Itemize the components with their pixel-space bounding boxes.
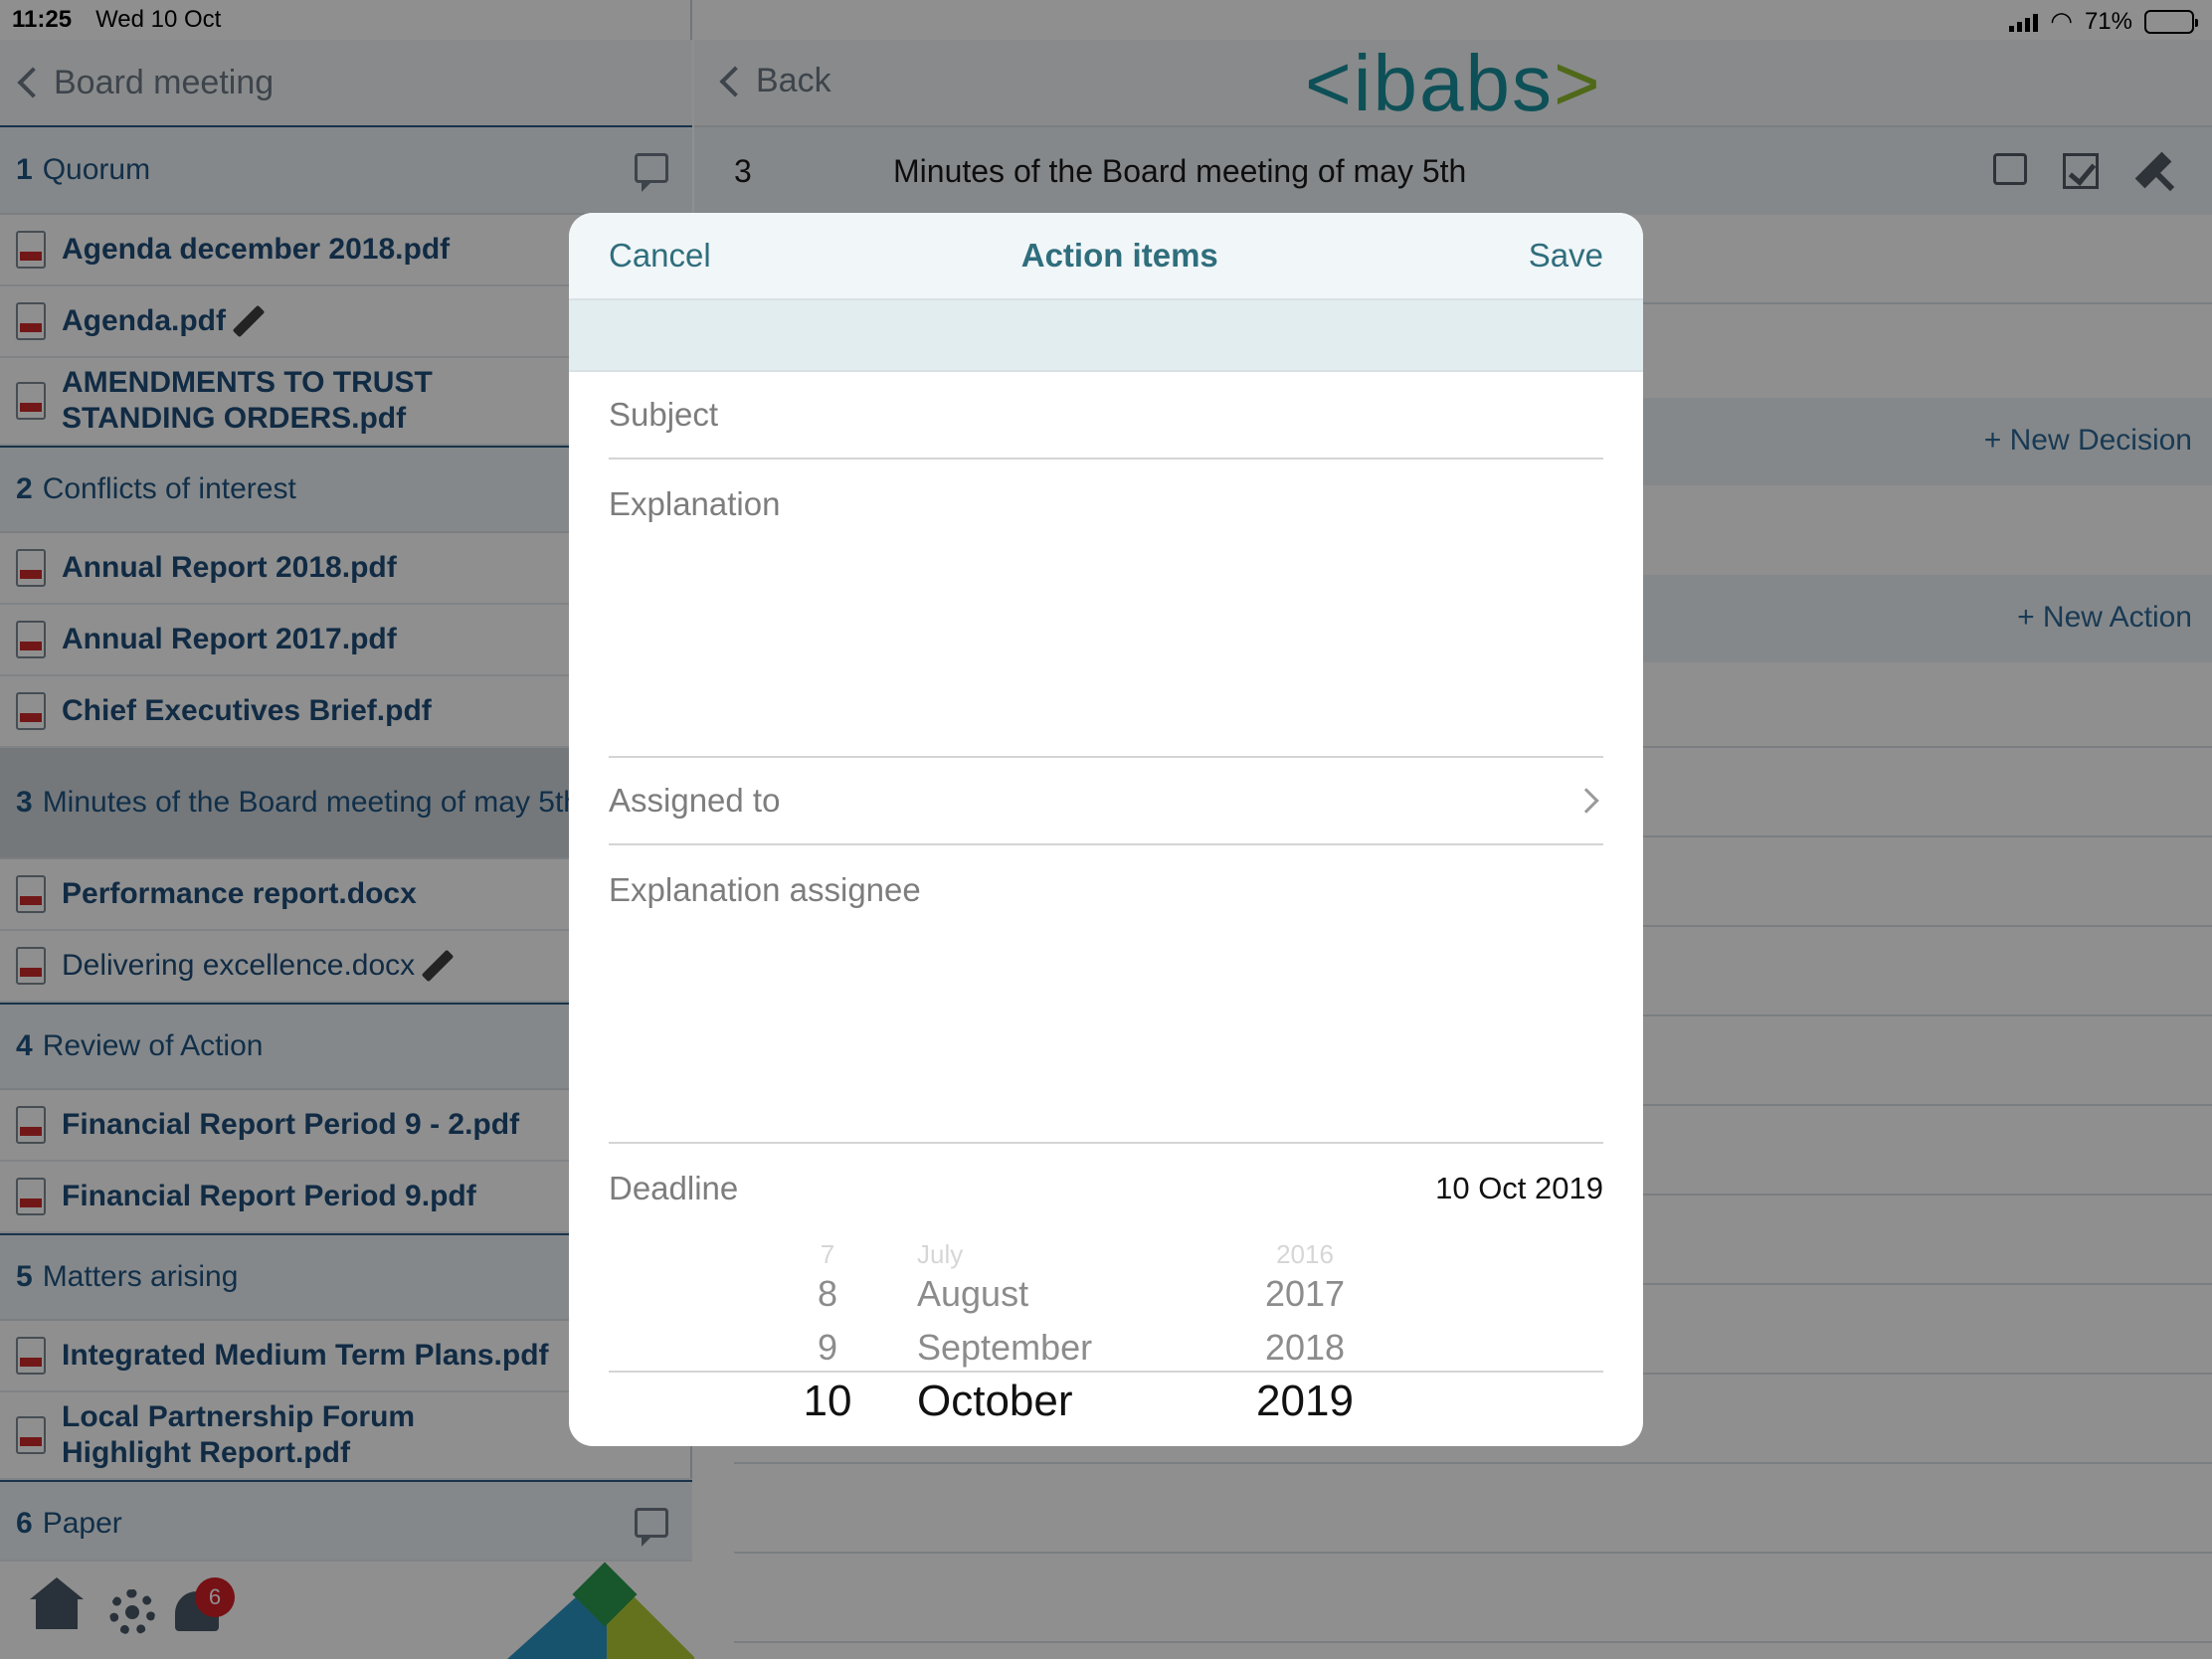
picker-day-option: 8 bbox=[817, 1273, 838, 1314]
picker-year-selected: 2019 bbox=[1256, 1377, 1354, 1425]
date-picker[interactable]: 7 8 9 10 July August September October 2… bbox=[609, 1241, 1603, 1430]
explanation-field[interactable]: Explanation bbox=[609, 460, 1603, 758]
picker-day-option: 7 bbox=[820, 1241, 835, 1269]
picker-year-column[interactable]: 2016 2017 2018 2019 bbox=[1225, 1241, 1384, 1430]
modal-title: Action items bbox=[1020, 237, 1218, 274]
picker-month-option: August bbox=[917, 1273, 1029, 1314]
picker-selection-line bbox=[609, 1371, 1603, 1373]
deadline-field[interactable]: Deadline 10 Oct 2019 bbox=[609, 1144, 1603, 1233]
picker-day-selected: 10 bbox=[803, 1377, 852, 1425]
subject-placeholder: Subject bbox=[609, 396, 719, 433]
subject-field[interactable]: Subject bbox=[609, 372, 1603, 460]
chevron-right-icon bbox=[1573, 788, 1599, 814]
picker-month-column[interactable]: July August September October bbox=[907, 1241, 1186, 1430]
modal-header: Cancel Action items Save bbox=[569, 213, 1643, 300]
modal-subheader-band bbox=[569, 300, 1643, 372]
cancel-button[interactable]: Cancel bbox=[609, 237, 711, 275]
explanation-assignee-placeholder: Explanation assignee bbox=[609, 871, 921, 908]
deadline-label: Deadline bbox=[609, 1170, 739, 1206]
picker-month-option: September bbox=[917, 1327, 1093, 1368]
action-items-modal: Cancel Action items Save Subject Explana… bbox=[569, 213, 1643, 1446]
deadline-value: 10 Oct 2019 bbox=[1435, 1171, 1603, 1205]
picker-year-option: 2017 bbox=[1264, 1273, 1346, 1314]
picker-month-option: July bbox=[917, 1241, 964, 1269]
picker-year-option: 2018 bbox=[1264, 1327, 1346, 1368]
modal-form: Subject Explanation Assigned to Explanat… bbox=[569, 372, 1643, 1430]
save-button[interactable]: Save bbox=[1529, 237, 1603, 275]
explanation-placeholder: Explanation bbox=[609, 485, 781, 522]
assigned-to-label: Assigned to bbox=[609, 782, 781, 819]
picker-day-column[interactable]: 7 8 9 10 bbox=[748, 1241, 907, 1430]
assigned-to-field[interactable]: Assigned to bbox=[609, 758, 1603, 845]
explanation-assignee-field[interactable]: Explanation assignee bbox=[609, 845, 1603, 1144]
picker-year-option: 2016 bbox=[1276, 1241, 1334, 1269]
picker-day-option: 9 bbox=[817, 1327, 838, 1368]
picker-month-selected: October bbox=[917, 1377, 1073, 1425]
